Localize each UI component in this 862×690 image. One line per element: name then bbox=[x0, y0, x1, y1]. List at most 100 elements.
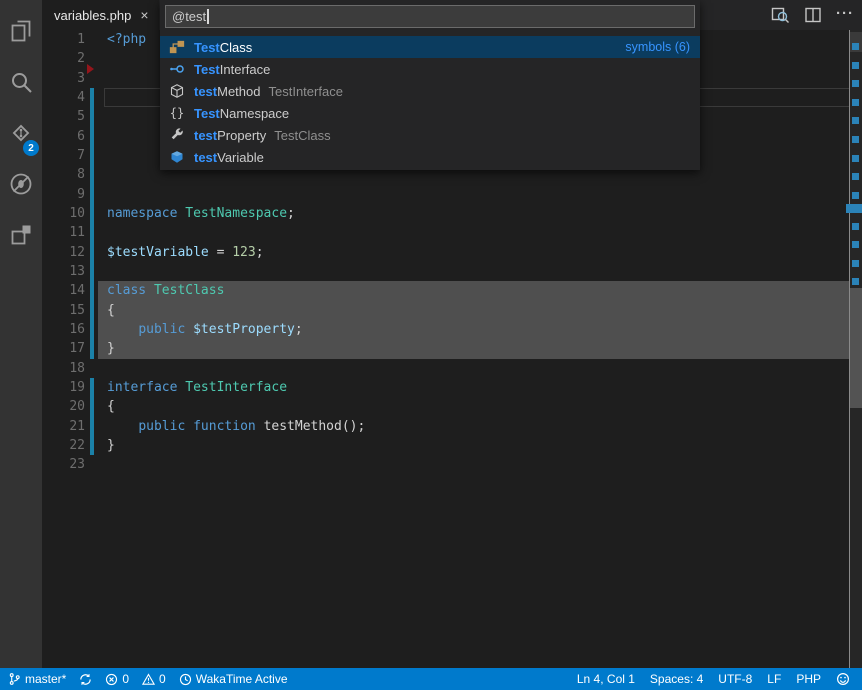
smiley-icon bbox=[836, 672, 850, 686]
gutter-modified-indicator bbox=[90, 185, 94, 204]
gutter-modified-indicator bbox=[90, 243, 94, 262]
code-text: public function testMethod(); bbox=[107, 417, 365, 436]
quick-open-item-testVariable[interactable]: testVariable bbox=[160, 146, 700, 168]
quick-open-input[interactable]: @test bbox=[165, 5, 695, 28]
split-editor-icon[interactable] bbox=[803, 5, 823, 25]
quick-open-item-testMethod[interactable]: testMethodTestInterface bbox=[160, 80, 700, 102]
gutter-modified-indicator bbox=[90, 281, 94, 300]
gutter-modified-indicator bbox=[90, 262, 94, 281]
quick-open-item-TestNamespace[interactable]: {}TestNamespace bbox=[160, 102, 700, 124]
gutter-modified-indicator bbox=[90, 436, 94, 455]
symbol-description: TestClass bbox=[274, 128, 330, 143]
code-line-12[interactable]: 12$testVariable = 123; bbox=[42, 243, 850, 262]
status-bar-right: Ln 4, Col 1 Spaces: 4 UTF-8 LF PHP bbox=[562, 672, 850, 686]
symbol-variable-icon bbox=[169, 149, 185, 165]
open-changes-icon[interactable] bbox=[770, 5, 790, 25]
line-number: 16 bbox=[42, 320, 85, 339]
error-icon bbox=[105, 673, 118, 686]
code-text: } bbox=[107, 339, 115, 358]
line-number: 5 bbox=[42, 107, 85, 126]
line-number: 18 bbox=[42, 359, 85, 378]
activity-bar-item-extensions[interactable] bbox=[0, 212, 42, 263]
line-number: 10 bbox=[42, 204, 85, 223]
code-text: } bbox=[107, 436, 115, 455]
search-icon bbox=[8, 69, 34, 100]
code-line-18[interactable]: 18 bbox=[42, 359, 850, 378]
code-text: <?php bbox=[107, 30, 146, 49]
gutter-modified-indicator bbox=[90, 301, 94, 320]
quick-open-item-testProperty[interactable]: testPropertyTestClass bbox=[160, 124, 700, 146]
quick-open-widget: @test TestClasssymbols (6)TestInterfacet… bbox=[160, 0, 700, 170]
code-line-20[interactable]: 20{ bbox=[42, 397, 850, 416]
status-cursor-position[interactable]: Ln 4, Col 1 bbox=[577, 672, 635, 686]
status-bar: master* 0 0 WakaTime Active Ln 4, Col 1 Space… bbox=[0, 668, 862, 690]
code-text: namespace TestNamespace; bbox=[107, 204, 295, 223]
gutter-modified-indicator bbox=[90, 320, 94, 339]
status-wakatime[interactable]: WakaTime Active bbox=[179, 672, 288, 686]
line-number: 19 bbox=[42, 378, 85, 397]
line-number: 12 bbox=[42, 243, 85, 262]
code-line-23[interactable]: 23 bbox=[42, 455, 850, 474]
status-encoding-label: UTF-8 bbox=[718, 672, 752, 686]
ruler-modified-mark bbox=[846, 204, 862, 213]
text-cursor bbox=[207, 9, 209, 24]
overview-ruler-scrollbar[interactable] bbox=[849, 30, 862, 668]
more-actions-icon[interactable]: ··· bbox=[836, 5, 854, 26]
symbol-namespace-icon: {} bbox=[169, 105, 185, 121]
code-line-17[interactable]: 17} bbox=[42, 339, 850, 358]
activity-bar-item-source-control[interactable]: 2 bbox=[0, 110, 42, 161]
close-icon[interactable]: × bbox=[140, 8, 148, 22]
line-number: 17 bbox=[42, 339, 85, 358]
status-warnings[interactable]: 0 bbox=[142, 672, 166, 686]
line-number: 14 bbox=[42, 281, 85, 300]
line-number: 4 bbox=[42, 88, 85, 107]
code-text: interface TestInterface bbox=[107, 378, 287, 397]
code-line-11[interactable]: 11 bbox=[42, 223, 850, 242]
status-errors[interactable]: 0 bbox=[105, 672, 129, 686]
gutter-modified-indicator bbox=[90, 204, 94, 223]
status-branch[interactable]: master* bbox=[8, 672, 66, 686]
code-line-21[interactable]: 21 public function testMethod(); bbox=[42, 417, 850, 436]
status-encoding[interactable]: UTF-8 bbox=[718, 672, 752, 686]
code-line-19[interactable]: 19 interface TestInterface bbox=[42, 378, 850, 397]
status-branch-label: master* bbox=[25, 672, 66, 686]
line-number: 1 bbox=[42, 30, 85, 49]
tab-variables-php[interactable]: variables.php × bbox=[42, 0, 159, 30]
code-line-14[interactable]: 14class TestClass bbox=[42, 281, 850, 300]
activity-bar-item-debug[interactable] bbox=[0, 161, 42, 212]
symbol-label: testMethod bbox=[194, 84, 261, 99]
ruler-modified-mark bbox=[852, 99, 859, 106]
symbols-group-label: symbols (6) bbox=[625, 40, 690, 54]
clock-icon bbox=[179, 673, 192, 686]
ruler-modified-mark bbox=[852, 62, 859, 69]
activity-bar-item-search[interactable] bbox=[0, 59, 42, 110]
ruler-modified-mark bbox=[852, 155, 859, 162]
ruler-modified-mark bbox=[852, 173, 859, 180]
code-line-16[interactable]: 16 public $testProperty; bbox=[42, 320, 850, 339]
ruler-modified-mark bbox=[852, 80, 859, 87]
code-line-10[interactable]: 10 namespace TestNamespace; bbox=[42, 204, 850, 223]
tab-label: variables.php bbox=[54, 8, 131, 23]
status-feedback[interactable] bbox=[836, 672, 850, 686]
status-sync[interactable] bbox=[79, 673, 92, 686]
code-line-15[interactable]: 15{ bbox=[42, 301, 850, 320]
gutter-deleted-indicator bbox=[87, 64, 94, 74]
ruler-modified-mark bbox=[852, 117, 859, 124]
gutter-modified-indicator bbox=[90, 397, 94, 416]
symbol-method-icon bbox=[169, 83, 185, 99]
status-warnings-label: 0 bbox=[159, 672, 166, 686]
quick-open-item-TestClass[interactable]: TestClasssymbols (6) bbox=[160, 36, 700, 58]
code-line-13[interactable]: 13 bbox=[42, 262, 850, 281]
status-language[interactable]: PHP bbox=[796, 672, 821, 686]
ruler-modified-mark bbox=[852, 192, 859, 199]
code-line-9[interactable]: 9 bbox=[42, 185, 850, 204]
status-indentation[interactable]: Spaces: 4 bbox=[650, 672, 703, 686]
debug-icon bbox=[8, 171, 34, 202]
ruler-modified-mark bbox=[852, 136, 859, 143]
status-eol[interactable]: LF bbox=[767, 672, 781, 686]
status-language-label: PHP bbox=[796, 672, 821, 686]
quick-open-item-TestInterface[interactable]: TestInterface bbox=[160, 58, 700, 80]
code-line-22[interactable]: 22} bbox=[42, 436, 850, 455]
activity-bar-item-explorer[interactable] bbox=[0, 8, 42, 59]
ruler-range-highlight bbox=[850, 288, 862, 408]
